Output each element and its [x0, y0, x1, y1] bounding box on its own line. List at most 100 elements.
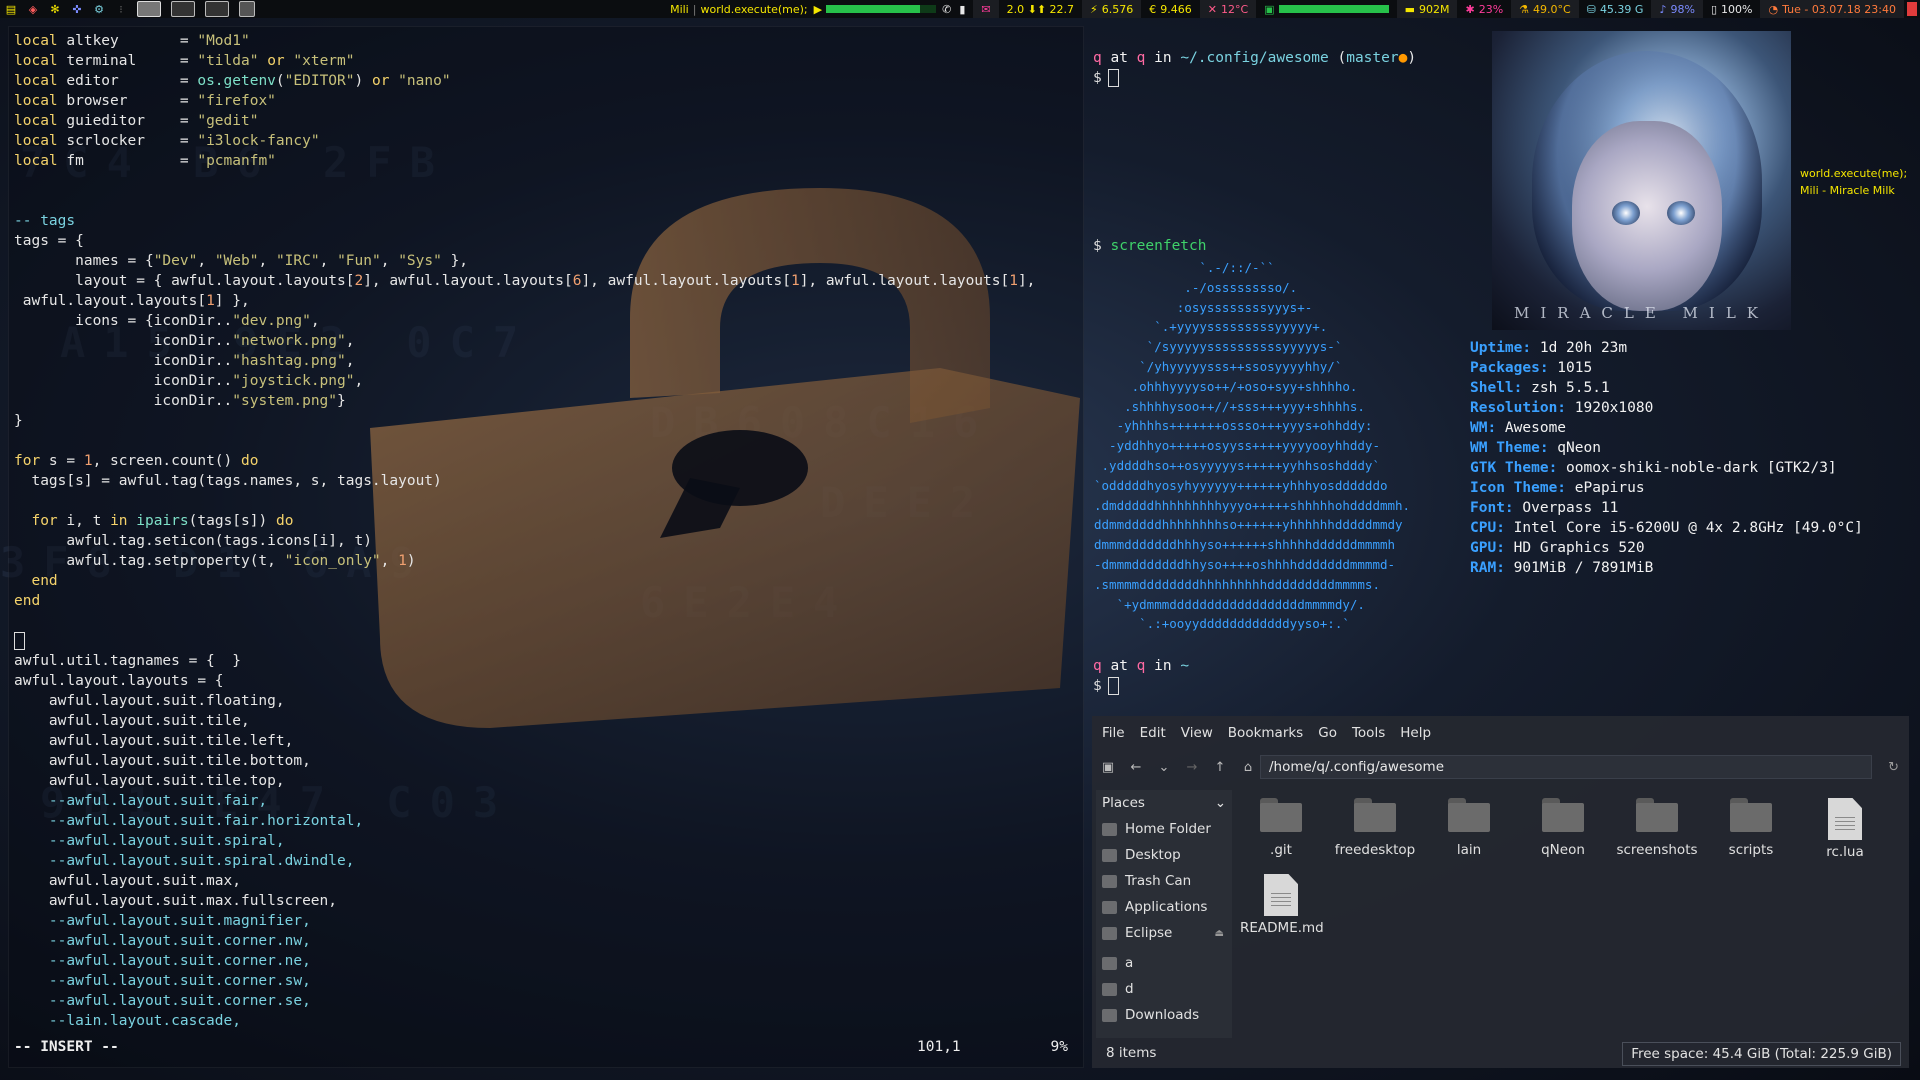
code-line: awful.layout.suit.max, [14, 873, 241, 889]
prompt-host: q [1136, 658, 1146, 674]
sysinfo-row: GPU: HD Graphics 520 [1470, 538, 1863, 558]
sysinfo-row: Resolution: 1920x1080 [1470, 398, 1863, 418]
menu-tools[interactable]: Tools [1352, 725, 1385, 741]
up-icon[interactable]: ↑ [1208, 755, 1232, 779]
code-line: tags[s] = awful.tag(tags.names, s, tags.… [14, 473, 442, 489]
tag-4[interactable] [239, 1, 255, 17]
folder-icon [1102, 956, 1117, 970]
play-icon[interactable]: ▶ [814, 3, 822, 16]
folder-item[interactable]: qNeon [1522, 798, 1604, 858]
places-item-home-folder[interactable]: Home Folder [1096, 816, 1232, 842]
places-item-desktop[interactable]: Desktop [1096, 842, 1232, 868]
memory-icon: ▬ [1404, 2, 1415, 16]
vim-editor-window[interactable]: local altkey = "Mod1" local terminal = "… [8, 26, 1084, 1068]
widget-money-text: 9.466 [1160, 2, 1192, 16]
folder-item[interactable]: scripts [1710, 798, 1792, 858]
places-item-applications[interactable]: Applications [1096, 894, 1232, 920]
back-icon[interactable]: ← [1124, 755, 1148, 779]
code-buffer[interactable]: local altkey = "Mod1" local terminal = "… [14, 31, 1035, 1031]
folder-item[interactable]: lain [1428, 798, 1510, 858]
code-line: --awful.layout.suit.fair.horizontal, [14, 813, 364, 829]
sysinfo-value: oomox-shiki-noble-dark [GTK2/3] [1557, 460, 1837, 476]
executed-command: screenfetch [1110, 238, 1207, 254]
widget-net: ⚡ 6.576 [1082, 0, 1142, 18]
playback-progress[interactable] [826, 5, 937, 13]
album-art-eye-right [1667, 201, 1695, 225]
battery-small-icon: ▮ [959, 2, 966, 16]
code-line: names = {"Dev", "Web", "IRC", "Fun", "Sy… [14, 253, 469, 269]
menu-view[interactable]: View [1181, 725, 1213, 741]
sysinfo-value: qNeon [1548, 440, 1601, 456]
places-item-a[interactable]: a [1096, 950, 1232, 976]
code-line: awful.tag.seticon(tags.icons[i], t) [14, 533, 372, 549]
menu-bookmarks[interactable]: Bookmarks [1228, 725, 1303, 741]
now-playing-widget[interactable]: Mili | world.execute(me); ▶ ✆ ▮ [662, 0, 973, 18]
terminal-window-1[interactable]: q at q in ~/.config/awesome (master●) $ [1088, 26, 1492, 226]
folder-item[interactable]: .git [1240, 798, 1322, 858]
sysinfo-row: Font: Overpass 11 [1470, 498, 1863, 518]
places-item-d[interactable]: d [1096, 976, 1232, 1002]
folder-item[interactable]: freedesktop [1334, 798, 1416, 858]
forward-icon[interactable]: → [1180, 755, 1204, 779]
history-dropdown-icon[interactable]: ⌄ [1152, 755, 1176, 779]
terminal-window-2[interactable]: $ screenfetch `.-/::/-`` .-/osssssssso/.… [1088, 228, 1492, 698]
gear-icon[interactable]: ✻ [47, 2, 63, 16]
widget-volume[interactable]: ♪ 98% [1651, 0, 1703, 18]
sysinfo-key: Packages: [1470, 360, 1549, 376]
album-art-eye-left [1612, 201, 1640, 225]
menu-help[interactable]: Help [1400, 725, 1431, 741]
file-manager-window[interactable]: File Edit View Bookmarks Go Tools Help ▣ ← ⌄ →… [1092, 716, 1909, 1068]
free-space: Free space: 45.4 GiB (Total: 225.9 GiB) [1622, 1042, 1901, 1066]
sysinfo-row: Icon Theme: ePapirus [1470, 478, 1863, 498]
places-header[interactable]: Places ⌄ [1096, 790, 1232, 816]
command-line[interactable]: $ [1093, 68, 1119, 88]
widget-battery: ▯ 100% [1703, 0, 1761, 18]
sysinfo-row: Uptime: 1d 20h 23m [1470, 338, 1863, 358]
code-line: iconDir.."joystick.png", [14, 373, 364, 389]
launcher-icon[interactable]: ▤ [3, 2, 19, 16]
reload-icon[interactable]: ↻ [1888, 760, 1899, 775]
sysinfo-row: GTK Theme: oomox-shiki-noble-dark [GTK2/… [1470, 458, 1863, 478]
places-item-trash-can[interactable]: Trash Can [1096, 868, 1232, 894]
arch-ascii-logo: `.-/::/-`` .-/osssssssso/. :osyssssssssy… [1094, 260, 1411, 632]
file-name: rc.lua [1826, 844, 1864, 860]
new-tab-icon[interactable]: ▣ [1096, 755, 1120, 779]
eject-icon[interactable]: ⏏ [1215, 928, 1224, 939]
album-art-title: MIRACLE MILK [1513, 304, 1770, 322]
menu-edit[interactable]: Edit [1140, 725, 1166, 741]
prompt-dir: ~ [1180, 658, 1190, 674]
places-sidebar: Places ⌄ Home Folder Desktop Trash Can Appl… [1096, 790, 1232, 1038]
code-line: for s = 1, screen.count() do [14, 453, 259, 469]
folder-icon [1260, 798, 1302, 832]
code-line: local browser = "firefox" [14, 93, 276, 109]
widget-clock[interactable]: ◔ Tue - 03.07.18 23:40 [1760, 0, 1904, 18]
layout-indicator[interactable] [1904, 0, 1920, 18]
layout-icon [1907, 2, 1917, 16]
mail-widget[interactable]: ✉ [973, 0, 999, 18]
menu-file[interactable]: File [1102, 725, 1125, 741]
sysinfo-row: Shell: zsh 5.5.1 [1470, 378, 1863, 398]
network-icon[interactable]: ⚙ [91, 2, 107, 16]
code-line: --awful.layout.suit.corner.ne, [14, 953, 311, 969]
tag-3[interactable] [205, 1, 229, 17]
file-item[interactable]: rc.lua [1804, 798, 1886, 860]
tag-1[interactable] [137, 1, 161, 17]
battery-icon: ▯ [1710, 2, 1717, 16]
prompt-dollar-history: $ [1093, 238, 1111, 254]
places-item-downloads[interactable]: Downloads [1096, 1002, 1232, 1028]
folder-item[interactable]: screenshots [1616, 798, 1698, 858]
code-line: local guieditor = "gedit" [14, 113, 259, 129]
dots-icon[interactable]: ⁝ [113, 2, 129, 16]
code-line: --awful.layout.suit.corner.nw, [14, 933, 311, 949]
file-item[interactable]: README.md [1240, 874, 1324, 936]
home-icon[interactable]: ⌂ [1236, 755, 1260, 779]
editor-cursor [14, 632, 25, 650]
gamepad-icon[interactable]: ✜ [69, 2, 85, 16]
sysinfo-value: ePapirus [1566, 480, 1645, 496]
browser-icon[interactable]: ◈ [25, 2, 41, 16]
places-item-eclipse[interactable]: Eclipse ⏏ [1096, 920, 1232, 946]
command-line-2[interactable]: $ [1093, 676, 1119, 696]
menu-go[interactable]: Go [1318, 725, 1337, 741]
tag-2[interactable] [171, 1, 195, 17]
location-bar[interactable]: /home/q/.config/awesome [1260, 755, 1872, 779]
